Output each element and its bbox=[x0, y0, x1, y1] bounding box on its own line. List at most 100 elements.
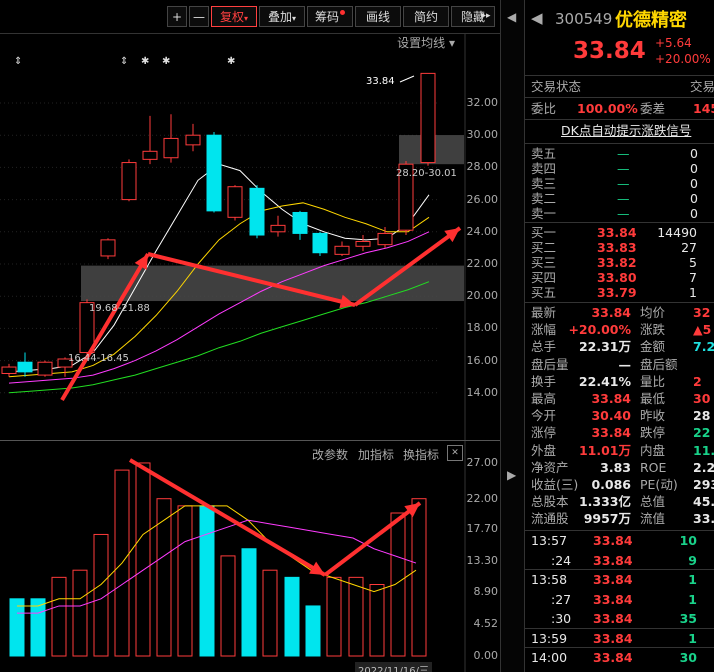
stat-row: 净资产 3.83 ROE 2.2 bbox=[525, 459, 714, 477]
dk-signal-link[interactable]: DK点自动提示涨跌信号 bbox=[561, 122, 691, 140]
tick-volume: 35 bbox=[679, 611, 697, 626]
volume-bar bbox=[72, 569, 88, 657]
stat-value: 11.3 bbox=[693, 442, 714, 458]
tick-volume: 10 bbox=[679, 533, 697, 548]
divider bbox=[525, 97, 714, 98]
price-axis-label: 22.00 bbox=[466, 257, 499, 270]
bid-row: 买五 33.79 1 bbox=[525, 284, 714, 302]
stat-value: 0.086 bbox=[591, 477, 631, 492]
stat-label: 涨跌 bbox=[640, 322, 666, 338]
stat-label: 量比 bbox=[640, 373, 666, 389]
stat-label: 跌停 bbox=[640, 425, 666, 441]
stat-row: 收益(三) 0.086 PE(动) 293 bbox=[525, 476, 714, 494]
candle-body bbox=[355, 240, 371, 247]
divider bbox=[525, 627, 714, 629]
add-indicator-button[interactable]: 加指标 bbox=[358, 446, 394, 463]
stat-row: 盘后量 — 盘后额 bbox=[525, 356, 714, 374]
stat-value: 33.84 bbox=[591, 305, 631, 320]
stat-value: ▲5 bbox=[693, 322, 712, 338]
stat-label: 昨收 bbox=[640, 408, 666, 424]
event-marker-icon: ⇕ bbox=[120, 56, 128, 67]
quote-panel: ◀ 300549 优德精密 33.84 +5.64 +20.00% 交易状态 交… bbox=[524, 0, 714, 672]
price-change-pct: +20.00% bbox=[655, 52, 711, 66]
stat-value: 7.2 bbox=[693, 339, 714, 355]
weibi-value: 100.00% bbox=[577, 101, 638, 116]
volume-axis-label: 17.70 bbox=[466, 522, 499, 536]
collapse-left-icon[interactable]: ◀ bbox=[507, 10, 516, 24]
change-params-button[interactable]: 改参数 bbox=[312, 446, 348, 463]
stat-value: 32 bbox=[693, 305, 711, 320]
tick-volume: 1 bbox=[688, 591, 697, 607]
stock-name: 优德精密 bbox=[615, 10, 687, 31]
volume-bar bbox=[390, 512, 406, 657]
annotation-pointer bbox=[399, 75, 415, 83]
stat-label: 最高 bbox=[531, 391, 557, 406]
candle-body bbox=[121, 162, 137, 201]
volume-bar bbox=[177, 505, 193, 657]
volume-axis-label: 13.30 bbox=[466, 553, 499, 567]
stat-value: 22.31万 bbox=[578, 339, 631, 355]
stat-value: 2.2 bbox=[693, 459, 714, 475]
volume-bar bbox=[326, 576, 342, 657]
candle-body bbox=[420, 72, 436, 164]
ask-label: 卖一 bbox=[531, 206, 557, 221]
stat-value: 22.41% bbox=[578, 373, 631, 389]
volume-bar bbox=[9, 598, 25, 657]
candle-body bbox=[377, 232, 393, 246]
price-axis-label: 30.00 bbox=[466, 128, 499, 142]
tick-volume: 9 bbox=[688, 552, 697, 568]
stat-row: 最高 33.84 最低 30 bbox=[525, 390, 714, 408]
tick-price: 33.84 bbox=[593, 611, 633, 626]
tick-price: 33.84 bbox=[593, 591, 633, 607]
tick-time: 14:00 bbox=[531, 650, 568, 665]
volume-bar bbox=[30, 598, 46, 657]
tick-row: :27 33.84 1 bbox=[525, 591, 714, 609]
price-axis-label: 18.00 bbox=[466, 321, 499, 335]
chip-zone-mid-label: 19.68-21.88 bbox=[89, 303, 150, 314]
volume-bar bbox=[199, 505, 215, 657]
prev-stock-icon[interactable]: ◀ bbox=[531, 9, 543, 27]
tick-row: :30 33.84 35 bbox=[525, 610, 714, 628]
tick-time: 13:58 bbox=[531, 572, 568, 587]
price-axis-label: 28.00 bbox=[466, 160, 499, 174]
volume-axis-label: 8.90 bbox=[473, 585, 499, 599]
stat-row: 最新 33.84 均价 32 bbox=[525, 304, 714, 322]
stat-row: 总股本 1.333亿总值 45.1 bbox=[525, 493, 714, 511]
tick-time: :30 bbox=[551, 611, 572, 626]
bid-price: 33.79 bbox=[597, 285, 637, 300]
divider bbox=[525, 75, 714, 76]
stat-label: 总手 bbox=[531, 339, 557, 355]
volume-bar bbox=[284, 576, 300, 657]
candle-body bbox=[100, 239, 116, 257]
stat-label: 流值 bbox=[640, 511, 666, 527]
stat-label: 总值 bbox=[640, 494, 666, 510]
volume-axis-label: 22.00 bbox=[466, 491, 499, 505]
price-axis: 32.00 30.00 28.00 26.00 24.00 22.00 20.00 18.00… bbox=[440, 0, 499, 440]
weicha-label: 委差 bbox=[640, 101, 666, 116]
panel-divider[interactable]: ◀ ▶ bbox=[500, 0, 525, 672]
stat-label: 最新 bbox=[531, 305, 557, 320]
ask-volume: 0 bbox=[690, 206, 698, 221]
stat-value: 22 bbox=[693, 425, 711, 441]
stat-value: 33.84 bbox=[591, 425, 631, 441]
tick-row: 14:00 33.84 30 bbox=[525, 649, 714, 667]
candle-body bbox=[249, 187, 265, 236]
stat-label: 涨停 bbox=[531, 425, 557, 441]
tick-price: 33.84 bbox=[593, 572, 633, 587]
divider bbox=[525, 119, 714, 120]
tick-price: 33.84 bbox=[593, 552, 633, 568]
stat-value: 11.01万 bbox=[578, 442, 631, 458]
stat-label: 金额 bbox=[640, 339, 666, 355]
tick-price: 33.84 bbox=[593, 650, 633, 665]
switch-indicator-button[interactable]: 换指标 bbox=[403, 446, 439, 463]
expand-right-icon[interactable]: ▶ bbox=[507, 468, 516, 482]
tick-row: :24 33.84 9 bbox=[525, 552, 714, 570]
stat-row: 涨停 33.84 跌停 22 bbox=[525, 424, 714, 442]
volume-bar bbox=[369, 584, 385, 657]
candle-body bbox=[312, 232, 328, 254]
stat-label: 流通股 bbox=[531, 511, 569, 527]
stat-label: 外盘 bbox=[531, 442, 557, 458]
chart-canvas: 33.8428.20-30.0119.68-21.8816.44-16.45⇕ ⇕… bbox=[0, 34, 466, 672]
candle-body bbox=[163, 137, 179, 159]
stat-value: — bbox=[618, 356, 632, 372]
